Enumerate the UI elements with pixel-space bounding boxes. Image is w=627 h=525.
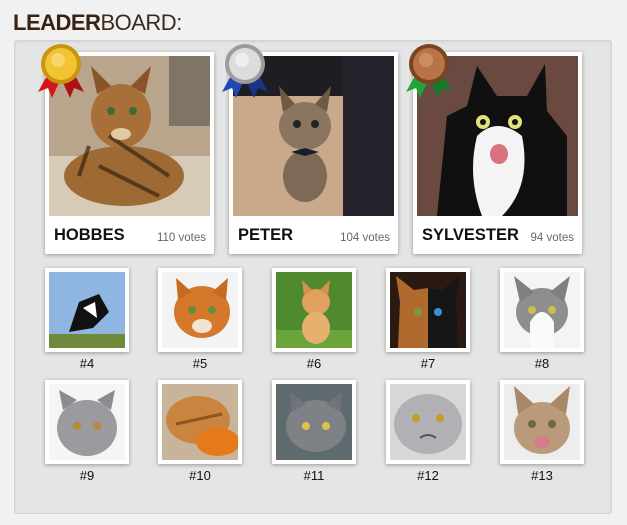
rank-label: #8 xyxy=(534,356,550,371)
thumb-card-5[interactable] xyxy=(158,268,242,352)
thumb-card-6[interactable] xyxy=(272,268,356,352)
bronze-medal-icon xyxy=(404,42,454,98)
cat-photo xyxy=(390,384,466,460)
thumb-card-12[interactable] xyxy=(386,380,470,464)
thumb-card-13[interactable] xyxy=(500,380,584,464)
gold-medal-icon xyxy=(36,42,86,98)
cat-photo xyxy=(49,272,125,348)
rank-label: #11 xyxy=(303,468,325,483)
thumb-card-10[interactable] xyxy=(158,380,242,464)
top-card-name: PETER xyxy=(238,226,294,244)
cat-photo xyxy=(276,272,352,348)
silver-medal-icon xyxy=(220,42,270,98)
title-bold: LEADER xyxy=(13,10,101,35)
leaderboard-title: LEADERBOARD: xyxy=(13,10,182,36)
thumb-card-9[interactable] xyxy=(45,380,129,464)
top-card-votes: 110 votes xyxy=(156,232,206,244)
cat-photo xyxy=(276,384,352,460)
rank-label: #5 xyxy=(192,356,208,371)
thumb-card-11[interactable] xyxy=(272,380,356,464)
rank-label: #12 xyxy=(417,468,439,483)
cat-photo xyxy=(162,384,238,460)
title-light: BOARD: xyxy=(100,10,182,35)
rank-label: #10 xyxy=(189,468,211,483)
rank-label: #9 xyxy=(79,468,95,483)
cat-photo xyxy=(162,272,238,348)
cat-photo xyxy=(49,384,125,460)
thumb-card-8[interactable] xyxy=(500,268,584,352)
thumb-card-4[interactable] xyxy=(45,268,129,352)
top-card-name: HOBBES xyxy=(54,226,125,244)
rank-label: #13 xyxy=(531,468,553,483)
cat-photo xyxy=(390,272,466,348)
top-card-votes: 104 votes xyxy=(340,232,390,244)
rank-label: #6 xyxy=(306,356,322,371)
top-card-votes: 94 votes xyxy=(530,232,574,244)
cat-photo xyxy=(504,272,580,348)
rank-label: #4 xyxy=(79,356,95,371)
top-card-name: SYLVESTER xyxy=(422,226,519,244)
cat-photo xyxy=(504,384,580,460)
rank-label: #7 xyxy=(420,356,436,371)
thumb-card-7[interactable] xyxy=(386,268,470,352)
